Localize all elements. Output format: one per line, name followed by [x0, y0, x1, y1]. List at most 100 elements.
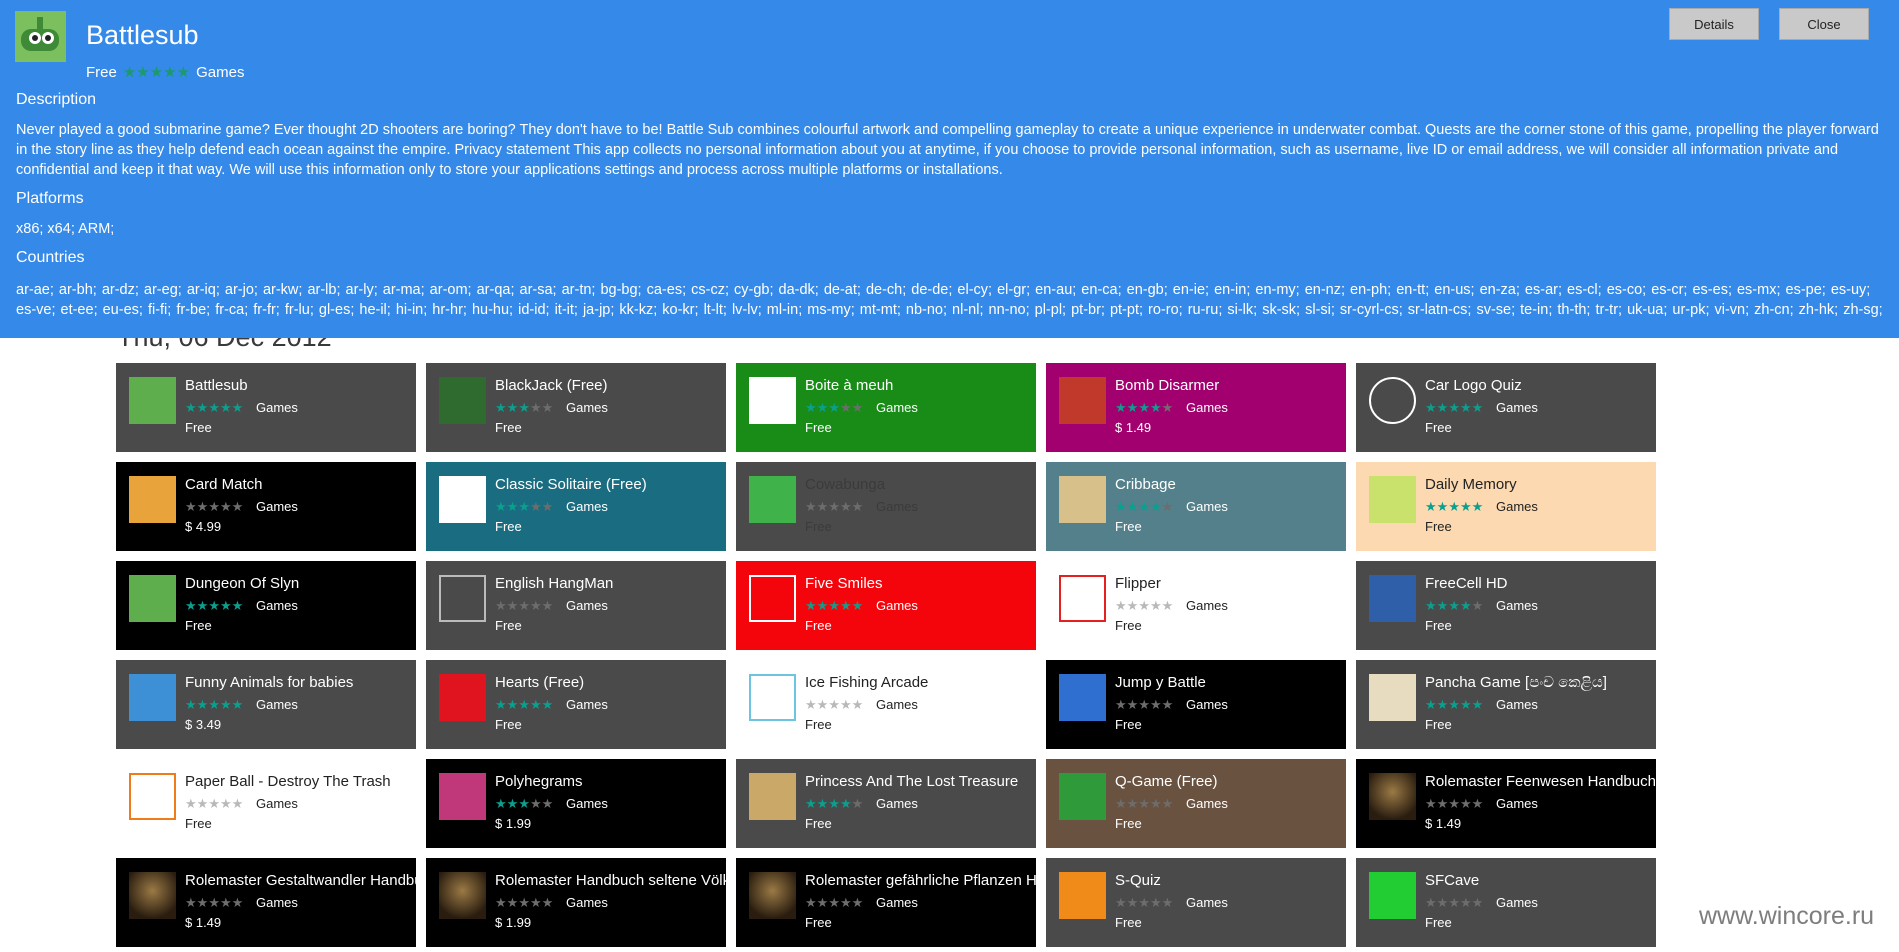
details-button[interactable]: Details	[1669, 8, 1759, 40]
app-tile[interactable]: Paper Ball - Destroy The Trash ★★★★★ Games…	[116, 759, 416, 848]
spade-icon	[439, 476, 486, 523]
app-tile[interactable]: Boite à meuh ★★★★★ Games Free	[736, 363, 1036, 452]
star-icon: ★	[1471, 796, 1484, 811]
app-category: Games	[566, 895, 608, 910]
app-tile[interactable]: Rolemaster Gestaltwandler Handbuch ★★★★★ G…	[116, 858, 416, 947]
app-tile[interactable]: Funny Animals for babies ★★★★★ Games $ 3.49	[116, 660, 416, 749]
app-tile[interactable]: BlackJack (Free) ★★★★★ Games Free	[426, 363, 726, 452]
star-icon: ★	[839, 895, 852, 910]
star-icon: ★	[518, 598, 530, 613]
star-icon: ★	[506, 796, 519, 811]
app-tile[interactable]: Cowabunga ★★★★★ Games Free	[736, 462, 1036, 551]
cow-icon	[749, 377, 796, 424]
app-tile[interactable]: Rolemaster Feenwesen Handbuch ★★★★★ Games $…	[1356, 759, 1656, 848]
app-tile[interactable]: FreeCell HD ★★★★★ Games Free	[1356, 561, 1656, 650]
app-tile[interactable]: Daily Memory ★★★★★ Games Free	[1356, 462, 1656, 551]
star-icon: ★	[1425, 598, 1437, 613]
star-icon: ★	[1448, 499, 1460, 514]
app-category: Games	[1186, 697, 1228, 712]
star-icon: ★	[1161, 400, 1174, 415]
close-button[interactable]: Close	[1779, 8, 1869, 40]
app-tile[interactable]: English HangMan ★★★★★ Games Free	[426, 561, 726, 650]
app-tile[interactable]: Dungeon Of Slyn ★★★★★ Games Free	[116, 561, 416, 650]
app-price: Free	[1425, 915, 1452, 930]
star-icon: ★	[1149, 697, 1162, 712]
cave-icon	[1369, 872, 1416, 919]
watermark: www.wincore.ru	[1699, 902, 1875, 930]
app-tile[interactable]: Rolemaster Handbuch seltene Völker ★★★★★ G…	[426, 858, 726, 947]
star-icon: ★	[1425, 499, 1437, 514]
app-category: Games	[876, 697, 918, 712]
app-tile[interactable]: S-Quiz ★★★★★ Games Free	[1046, 858, 1346, 947]
app-category: Games	[1186, 499, 1228, 514]
star-icon: ★	[1459, 598, 1472, 613]
pancha-icon	[1369, 674, 1416, 721]
app-tile[interactable]: Five Smiles ★★★★★ Games Free	[736, 561, 1036, 650]
star-icon: ★	[1126, 499, 1139, 514]
app-tile[interactable]: Car Logo Quiz ★★★★★ Games Free	[1356, 363, 1656, 452]
app-tile[interactable]: Flipper ★★★★★ Games Free	[1046, 561, 1346, 650]
star-icon: ★	[1149, 796, 1162, 811]
app-tile[interactable]: Bomb Disarmer ★★★★★ Games $ 1.49	[1046, 363, 1346, 452]
star-icon: ★	[1436, 697, 1449, 712]
rating-stars: ★★★★★	[495, 895, 553, 911]
app-price: Free	[1425, 618, 1452, 633]
app-tile[interactable]: Card Match ★★★★★ Games $ 4.99	[116, 462, 416, 551]
app-category: Games	[1496, 598, 1538, 613]
app-name: Cowabunga	[805, 476, 886, 493]
app-tile[interactable]: Ice Fishing Arcade ★★★★★ Games Free	[736, 660, 1036, 749]
app-tile[interactable]: Battlesub ★★★★★ Games Free	[116, 363, 416, 452]
platforms-text: x86; x64; ARM;	[16, 221, 115, 237]
app-price: Free	[495, 519, 522, 534]
star-icon: ★	[1161, 697, 1174, 712]
app-tile[interactable]: Rolemaster gefährliche Pflanzen Handbuch…	[736, 858, 1036, 947]
star-icon: ★	[816, 895, 829, 910]
app-tile[interactable]: SFCave ★★★★★ Games Free	[1356, 858, 1656, 947]
star-icon: ★	[208, 796, 220, 811]
star-icon: ★	[851, 598, 864, 613]
star-icon: ★	[231, 598, 244, 613]
app-tile[interactable]: Cribbage ★★★★★ Games Free	[1046, 462, 1346, 551]
app-tile[interactable]: Classic Solitaire (Free) ★★★★★ Games Free	[426, 462, 726, 551]
star-icon: ★	[185, 400, 197, 415]
app-tile[interactable]: Pancha Game [පංච කෙළිය] ★★★★★ Games Free	[1356, 660, 1656, 749]
app-tile[interactable]: Q-Game (Free) ★★★★★ Games Free	[1046, 759, 1346, 848]
star-icon: ★	[1471, 598, 1484, 613]
star-icon: ★	[1138, 895, 1150, 910]
star-icon: ★	[1161, 598, 1174, 613]
star-icon: ★	[208, 400, 220, 415]
star-icon: ★	[816, 697, 829, 712]
app-price: Free	[185, 816, 212, 831]
star-icon: ★	[805, 598, 817, 613]
hearts-icon	[439, 674, 486, 721]
app-tile[interactable]: Princess And The Lost Treasure ★★★★★ Games…	[736, 759, 1036, 848]
app-category: Games	[196, 63, 245, 81]
dragon-icon	[439, 872, 486, 919]
app-price: Free	[1425, 420, 1452, 435]
app-tile[interactable]: Jump y Battle ★★★★★ Games Free	[1046, 660, 1346, 749]
star-icon: ★	[185, 697, 197, 712]
app-tile[interactable]: Polyhegrams ★★★★★ Games $ 1.99	[426, 759, 726, 848]
app-name: Battlesub	[185, 377, 248, 394]
countries-text: ar-ae; ar-bh; ar-dz; ar-eg; ar-iq; ar-jo…	[16, 282, 1883, 318]
star-icon: ★	[1459, 796, 1472, 811]
rating-stars: ★★★★★	[1425, 598, 1483, 614]
star-icon: ★	[1161, 499, 1174, 514]
cards-icon	[439, 377, 486, 424]
star-icon: ★	[1138, 400, 1150, 415]
app-name: Rolemaster Feenwesen Handbuch	[1425, 773, 1656, 790]
star-icon: ★	[1126, 895, 1139, 910]
star-icon: ★	[196, 499, 209, 514]
star-icon: ★	[185, 796, 197, 811]
dragon-icon	[1369, 773, 1416, 820]
star-icon: ★	[196, 796, 209, 811]
star-icon: ★	[1138, 499, 1150, 514]
star-icon: ★	[1448, 400, 1460, 415]
star-icon: ★	[1459, 499, 1472, 514]
star-icon: ★	[1149, 598, 1162, 613]
star-icon: ★	[1149, 400, 1162, 415]
bomb-icon	[1059, 377, 1106, 424]
app-price: Free	[1425, 519, 1452, 534]
app-tile[interactable]: Hearts (Free) ★★★★★ Games Free	[426, 660, 726, 749]
star-icon: ★	[1459, 697, 1472, 712]
